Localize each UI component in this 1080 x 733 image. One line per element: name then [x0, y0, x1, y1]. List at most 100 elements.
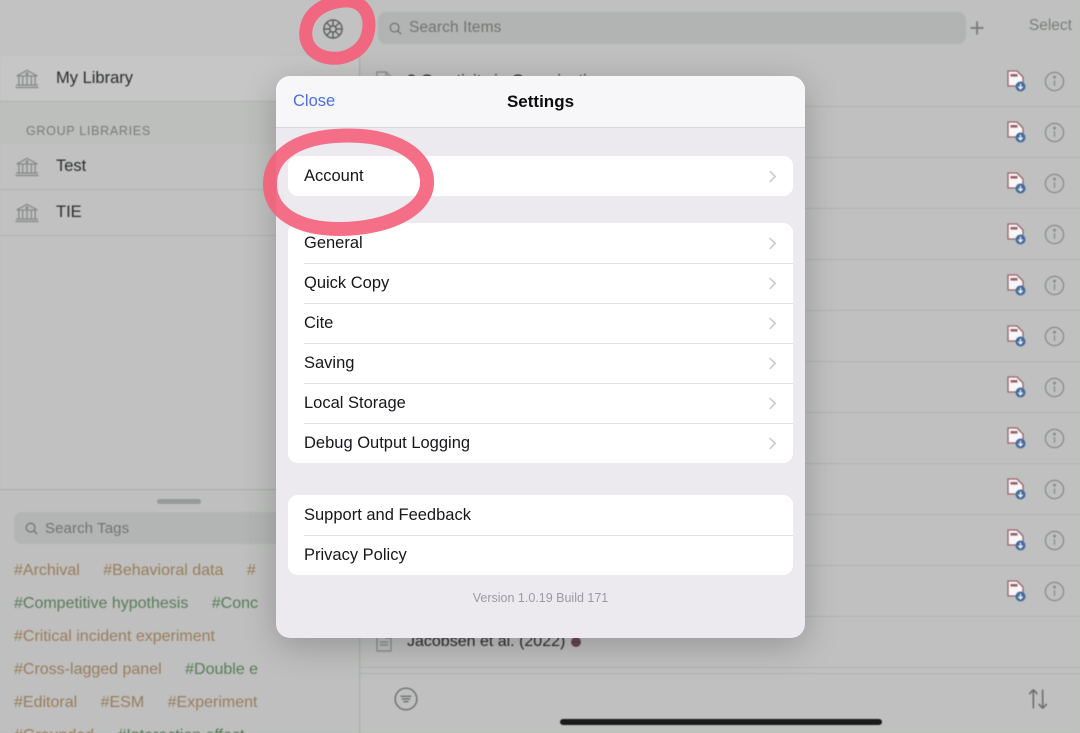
pdf-attachment-icon[interactable] — [1005, 273, 1027, 297]
tag-item[interactable]: #ESM — [101, 686, 145, 719]
row-actions — [1005, 477, 1080, 501]
library-bank-icon — [15, 157, 39, 176]
page-title: Settings — [506, 91, 575, 111]
pdf-attachment-icon[interactable] — [1005, 426, 1027, 450]
chevron-right-icon — [769, 170, 777, 182]
row-actions — [1005, 120, 1080, 144]
row-actions — [1005, 528, 1080, 552]
row-actions — [1005, 69, 1080, 93]
search-items-placeholder: Search Items — [409, 19, 502, 36]
tag-item[interactable]: #Experiment — [168, 686, 258, 719]
settings-row-cite[interactable]: Cite — [288, 303, 793, 343]
settings-row-local-storage[interactable]: Local Storage — [288, 383, 793, 423]
pdf-attachment-icon[interactable] — [1005, 528, 1027, 552]
tag-item[interactable]: #Critical incident experiment — [14, 620, 215, 653]
pdf-attachment-icon[interactable] — [1005, 222, 1027, 246]
pdf-attachment-icon[interactable] — [1005, 324, 1027, 348]
gear-icon — [323, 19, 343, 39]
settings-row-quick-copy[interactable]: Quick Copy — [288, 263, 793, 303]
search-items-input[interactable]: Search Items — [378, 12, 966, 44]
color-dot — [571, 637, 582, 647]
modal-header: Close Settings — [276, 76, 805, 128]
chevron-right-icon — [769, 277, 777, 289]
top-toolbar: Search Items + Select — [0, 0, 1080, 56]
close-button[interactable]: Close — [293, 92, 335, 111]
settings-group-account: Account — [288, 156, 793, 196]
sidebar-item-label: Test — [56, 157, 87, 175]
settings-row-label: Saving — [304, 353, 355, 372]
settings-row-label: Quick Copy — [304, 273, 390, 292]
row-actions — [1005, 579, 1080, 603]
tag-item[interactable]: #Behavioral data — [103, 554, 223, 587]
pdf-attachment-icon[interactable] — [1005, 375, 1027, 399]
library-bank-icon — [15, 69, 39, 88]
pdf-attachment-icon[interactable] — [1005, 120, 1027, 144]
pdf-attachment-icon[interactable] — [1005, 171, 1027, 195]
info-icon[interactable] — [1043, 325, 1066, 348]
chevron-right-icon — [769, 317, 777, 329]
chevron-right-icon — [769, 237, 777, 249]
info-icon[interactable] — [1043, 580, 1066, 603]
settings-group-preferences: General Quick Copy Cite Saving Local Sto… — [288, 223, 793, 463]
home-indicator — [559, 719, 882, 725]
bottom-toolbar — [361, 673, 1080, 733]
settings-row-label: General — [304, 233, 363, 252]
settings-row-label: Support and Feedback — [304, 505, 471, 524]
tag-item[interactable]: #Double e — [185, 653, 258, 686]
settings-row-general[interactable]: General — [288, 223, 793, 263]
tag-item[interactable]: #Interaction effect — [118, 719, 245, 733]
tag-item[interactable]: #Conc — [212, 587, 258, 620]
ipad-zotero-app: Search Items + Select My Library GROUP L… — [0, 0, 1080, 733]
panel-drag-handle[interactable] — [157, 499, 201, 504]
sort-ascending-descending-icon[interactable] — [1024, 685, 1052, 713]
settings-row-support-and-feedback[interactable]: Support and Feedback — [288, 495, 793, 535]
settings-row-debug-output-logging[interactable]: Debug Output Logging — [288, 423, 793, 463]
select-button[interactable]: Select — [1029, 17, 1072, 35]
row-actions — [1005, 324, 1080, 348]
pdf-attachment-icon[interactable] — [1005, 69, 1027, 93]
info-icon[interactable] — [1043, 376, 1066, 399]
info-icon[interactable] — [1043, 274, 1066, 297]
chevron-right-icon — [769, 397, 777, 409]
tag-item[interactable]: #Cross-lagged panel — [14, 653, 162, 686]
settings-row-label: Privacy Policy — [304, 545, 407, 564]
pdf-attachment-icon[interactable] — [1005, 579, 1027, 603]
search-tags-placeholder: Search Tags — [45, 519, 130, 537]
tag-item[interactable]: #Competitive hypothesis — [14, 587, 188, 620]
tag-item[interactable]: #Editoral — [14, 686, 77, 719]
settings-gear-button[interactable] — [318, 14, 348, 44]
info-icon[interactable] — [1043, 529, 1066, 552]
settings-row-label: Local Storage — [304, 393, 406, 412]
tag-item[interactable]: #Archival — [14, 554, 80, 587]
row-actions — [1005, 171, 1080, 195]
version-label: Version 1.0.19 Build 171 — [472, 591, 609, 605]
pdf-attachment-icon[interactable] — [1005, 477, 1027, 501]
settings-row-privacy-policy[interactable]: Privacy Policy — [288, 535, 793, 575]
info-icon[interactable] — [1043, 70, 1066, 93]
info-icon[interactable] — [1043, 223, 1066, 246]
tag-item[interactable]: # — [247, 554, 256, 587]
row-actions — [1005, 426, 1080, 450]
info-icon[interactable] — [1043, 172, 1066, 195]
settings-row-label: Cite — [304, 313, 334, 332]
settings-row-saving[interactable]: Saving — [288, 343, 793, 383]
toolbar-left-spacer — [0, 0, 360, 56]
sidebar-item-label: My Library — [56, 69, 134, 87]
add-item-button[interactable]: + — [962, 13, 992, 43]
settings-modal: Close Settings Account General Quick Cop… — [276, 76, 805, 638]
sidebar-item-label: TIE — [56, 203, 82, 221]
tag-item[interactable]: #Grounded — [14, 719, 94, 733]
row-actions — [1005, 222, 1080, 246]
settings-row-label: Debug Output Logging — [304, 433, 471, 452]
chevron-right-icon — [769, 437, 777, 449]
settings-row-label: Account — [304, 166, 364, 185]
chevron-right-icon — [769, 357, 777, 369]
info-icon[interactable] — [1043, 427, 1066, 450]
filter-icon[interactable] — [393, 686, 419, 712]
info-icon[interactable] — [1043, 121, 1066, 144]
search-icon — [25, 522, 38, 535]
library-bank-icon — [15, 203, 39, 222]
row-actions — [1005, 375, 1080, 399]
settings-row-account[interactable]: Account — [288, 156, 793, 196]
info-icon[interactable] — [1043, 478, 1066, 501]
